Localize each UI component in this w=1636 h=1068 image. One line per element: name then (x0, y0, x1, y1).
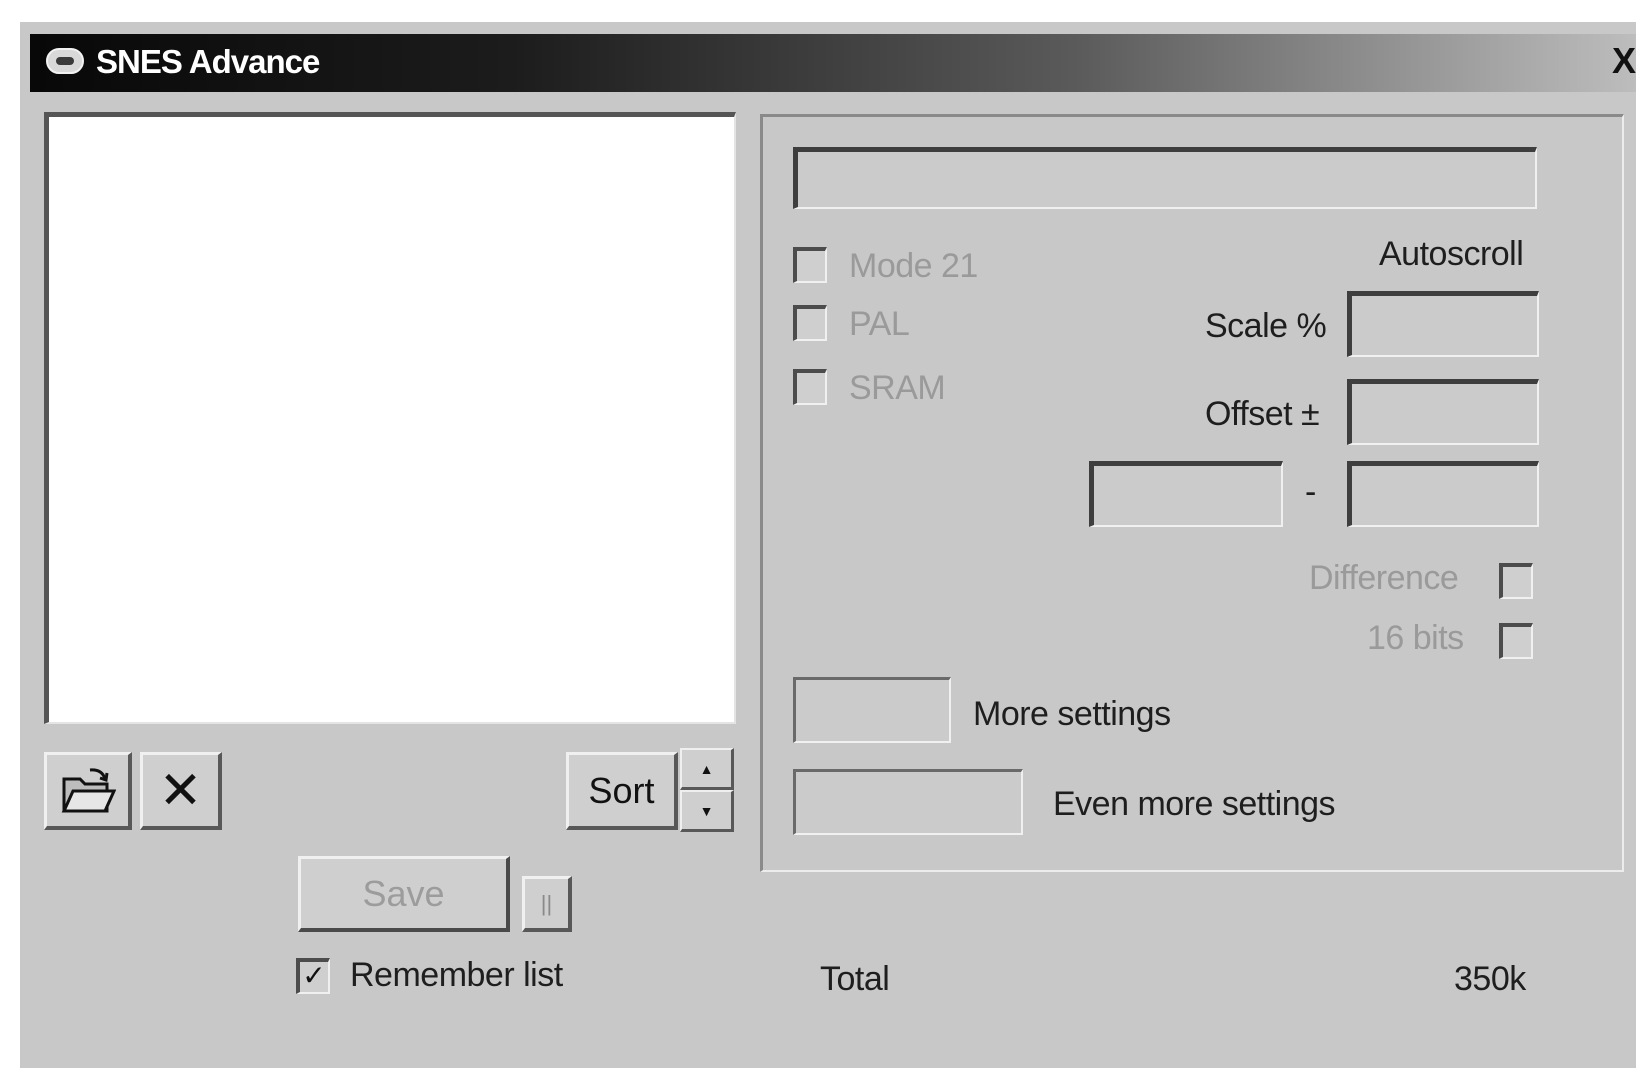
range-start-input[interactable] (1089, 461, 1283, 527)
more-settings-input[interactable] (793, 677, 951, 743)
scale-input[interactable] (1347, 291, 1539, 357)
open-folder-icon (61, 767, 116, 812)
arrow-up-icon: ▲ (699, 760, 714, 777)
difference-checkbox[interactable] (1499, 563, 1533, 599)
offset-label: Offset ± (1205, 395, 1320, 433)
even-more-settings-input[interactable] (793, 769, 1023, 835)
settings-panel: Mode 21 PAL SRAM Autoscroll Scale % Offs… (760, 114, 1624, 872)
pal-label: PAL (849, 305, 910, 343)
window-title: SNES Advance (96, 43, 320, 80)
rom-list[interactable] (44, 112, 736, 724)
range-separator: - (1305, 473, 1316, 511)
bits16-checkbox[interactable] (1499, 623, 1533, 659)
range-end-input[interactable] (1347, 461, 1539, 527)
remove-button[interactable]: ✕ (140, 752, 222, 830)
title-bar[interactable]: SNES Advance X (30, 34, 1636, 92)
mode21-checkbox[interactable] (793, 247, 827, 283)
difference-label: Difference (1309, 559, 1459, 597)
remember-list-label: Remember list (350, 956, 563, 994)
scale-label: Scale % (1205, 307, 1327, 345)
save-button[interactable]: Save (298, 856, 510, 932)
save-label: Save (362, 872, 445, 914)
offset-input[interactable] (1347, 379, 1539, 445)
sort-spinner[interactable]: ▲ ▼ (680, 748, 734, 832)
pause-icon: || (540, 890, 553, 916)
checkmark-icon: ✓ (302, 960, 326, 991)
sram-checkbox[interactable] (793, 369, 827, 405)
app-icon (46, 48, 84, 74)
bits16-label: 16 bits (1367, 619, 1464, 657)
total-label: Total (820, 960, 890, 998)
sort-button[interactable]: Sort (566, 752, 678, 830)
delete-icon: ✕ (158, 761, 203, 820)
even-more-settings-label: Even more settings (1053, 785, 1336, 823)
snes-advance-window: SNES Advance X ✕ Sort ▲ ▼ Save || ✓ Reme… (20, 22, 1636, 1068)
autoscroll-label[interactable]: Autoscroll (1379, 235, 1524, 274)
total-value: 350k (1454, 960, 1526, 998)
spin-up-button[interactable]: ▲ (680, 748, 734, 790)
sram-label: SRAM (849, 369, 946, 407)
spin-down-button[interactable]: ▼ (680, 790, 734, 832)
pal-checkbox[interactable] (793, 305, 827, 341)
rom-info-field (793, 147, 1537, 209)
remember-list-checkbox[interactable]: ✓ (296, 958, 330, 994)
more-settings-label: More settings (973, 695, 1171, 733)
mode21-label: Mode 21 (849, 247, 978, 285)
arrow-down-icon: ▼ (699, 802, 714, 819)
close-button[interactable]: X (1608, 42, 1636, 80)
sort-label: Sort (588, 769, 655, 811)
open-file-button[interactable] (44, 752, 132, 830)
pause-button[interactable]: || (522, 876, 572, 932)
